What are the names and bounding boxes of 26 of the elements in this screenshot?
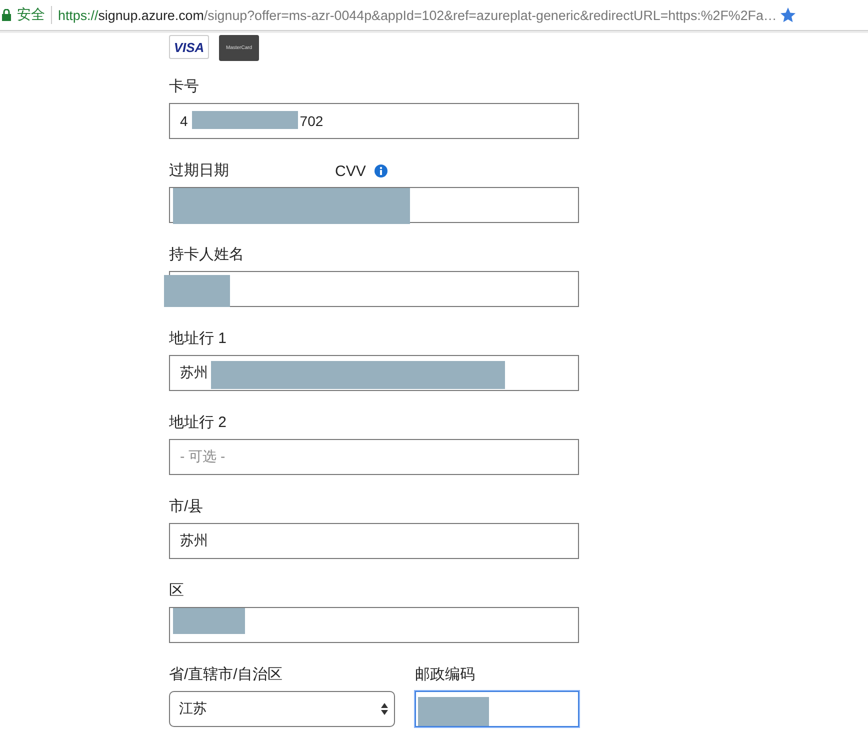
url-text: https://signup.azure.com/signup?offer=ms-azr-0044p&appId=102&ref=azureplat-generic&redirectURL=https:%2F%2Fa… bbox=[58, 8, 777, 22]
address-bar[interactable]: 安全 https://signup.azure.com/signup?offer=ms-azr-0044p&appId=102&ref=azureplat-generic&redirectURL=https:%2F%2Fa… bbox=[0, 0, 868, 31]
field-label: 持卡人姓名 bbox=[169, 245, 244, 265]
input-field[interactable]: - 可选 - bbox=[169, 439, 579, 475]
security-label: 安全 bbox=[17, 6, 45, 24]
field-label: 区 bbox=[169, 581, 184, 601]
field-label: 卡号 bbox=[169, 77, 199, 97]
lock-icon bbox=[2, 9, 11, 21]
info-icon[interactable] bbox=[374, 164, 388, 178]
field-label: 邮政编码 bbox=[415, 665, 475, 685]
province-select[interactable]: 江苏 bbox=[169, 691, 395, 727]
field-label: 省/直辖市/自治区 bbox=[169, 665, 282, 685]
field-label: 市/县 bbox=[169, 497, 204, 517]
bookmark-star-icon[interactable] bbox=[778, 6, 797, 24]
input-field[interactable] bbox=[415, 691, 579, 727]
input-field[interactable]: 苏州 bbox=[169, 355, 579, 391]
input-field[interactable] bbox=[169, 187, 579, 223]
input-field[interactable] bbox=[169, 607, 579, 643]
field-label: 地址行 2 bbox=[169, 413, 227, 433]
field-label: 过期日期 bbox=[169, 161, 229, 181]
input-field[interactable]: 苏州 bbox=[169, 523, 579, 559]
input-field[interactable]: 4 702 bbox=[169, 103, 579, 139]
updown-arrows-icon bbox=[381, 703, 388, 715]
field-label: 地址行 1 bbox=[169, 329, 227, 349]
visa-logo: VISA bbox=[169, 35, 209, 59]
field-label: CVV bbox=[335, 162, 366, 180]
